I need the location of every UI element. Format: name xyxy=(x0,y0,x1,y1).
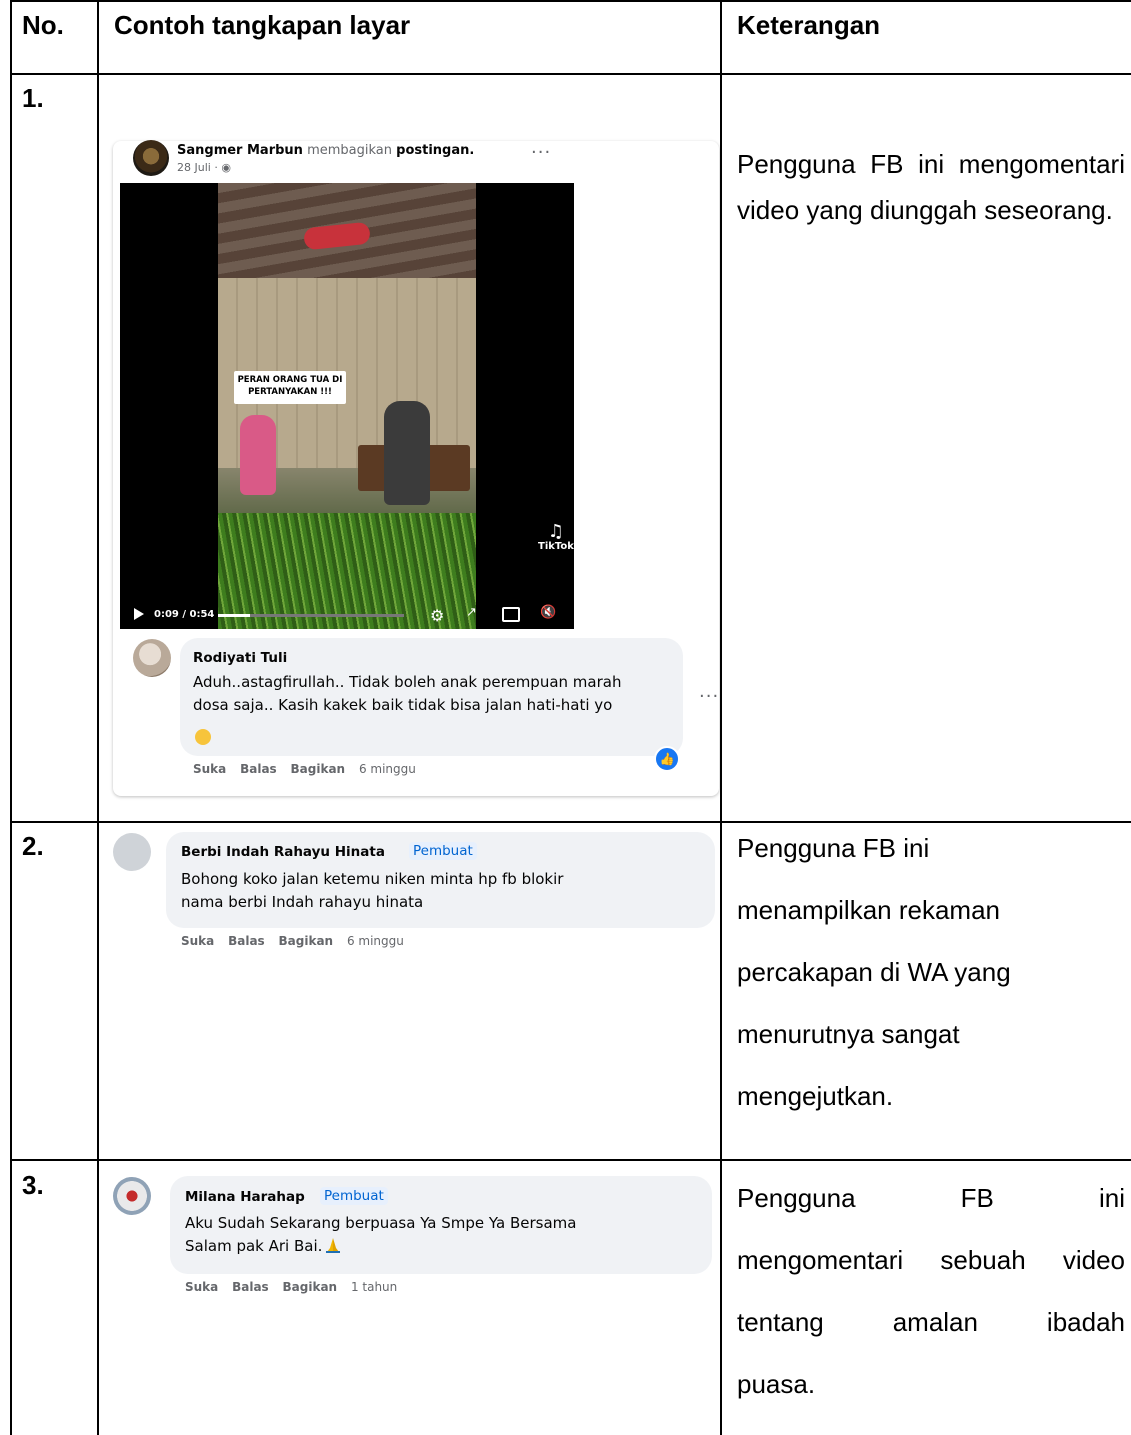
post-header: Sangmer Marbun membagikan postingan. 28 … xyxy=(133,140,573,180)
share-action[interactable]: Bagikan xyxy=(283,1280,338,1294)
video-caption: PERAN ORANG TUA DI PERTANYAKAN !!! xyxy=(234,371,346,404)
description-line: Pengguna FB ini xyxy=(737,833,930,863)
reply-action[interactable]: Balas xyxy=(240,762,277,776)
fullscreen-icon[interactable]: ↗ xyxy=(466,605,477,620)
comment-age[interactable]: 6 minggu xyxy=(347,934,404,948)
row-description: Pengguna FB ini menampilkan rekaman perc… xyxy=(737,829,1125,1139)
description-line: tentang amalan ibadah xyxy=(737,1307,1125,1337)
picture-in-picture-icon[interactable] xyxy=(502,607,520,622)
column-divider xyxy=(720,0,722,1435)
progress-fill xyxy=(218,614,250,617)
settings-gear-icon[interactable]: ⚙ xyxy=(430,606,444,625)
comment-text: Bohong koko jalan ketemu niken minta hp … xyxy=(181,868,711,914)
row-divider xyxy=(10,821,1131,823)
comment-actions: Suka Balas Bagikan 1 tahun xyxy=(185,1280,397,1294)
comment-line: nama berbi Indah rahayu hinata xyxy=(181,893,424,911)
description-line: Pengguna FB ini xyxy=(737,1183,1125,1213)
creator-badge: Pembuat xyxy=(409,842,477,860)
like-reaction-icon[interactable]: 👍 xyxy=(654,746,680,772)
header-screenshot: Contoh tangkapan layar xyxy=(114,10,411,40)
description-line: menampilkan rekaman xyxy=(737,895,1001,925)
caption-line: PERAN ORANG TUA DI xyxy=(237,375,343,385)
header-description: Keterangan xyxy=(737,10,881,40)
description-line: percakapan di WA yang xyxy=(737,957,1011,987)
share-action[interactable]: Bagikan xyxy=(279,934,334,948)
comment-line-text: Salam pak Ari Bai. xyxy=(185,1237,323,1255)
description-line: puasa. xyxy=(737,1369,816,1399)
comment-text: Aku Sudah Sekarang berpuasa Ya Smpe Ya B… xyxy=(185,1212,705,1258)
creator-badge: Pembuat xyxy=(320,1187,388,1205)
comment-line: Salam pak Ari Bai. xyxy=(185,1235,705,1258)
post-author-line: Sangmer Marbun membagikan postingan. xyxy=(177,143,474,158)
globe-icon: ◉ xyxy=(221,161,231,174)
header-no: No. xyxy=(22,10,64,40)
video-time: 0:09 / 0:54 xyxy=(154,609,215,620)
description-text: Pengguna FB ini mengomentari video yang … xyxy=(737,149,1125,225)
avatar[interactable] xyxy=(113,833,151,871)
post-date[interactable]: 28 Juli · ◉ xyxy=(177,161,231,174)
avatar[interactable] xyxy=(133,639,171,677)
like-action[interactable]: Suka xyxy=(181,934,214,948)
video-progress-bar[interactable] xyxy=(218,614,404,617)
video-player[interactable]: PERAN ORANG TUA DI PERTANYAKAN !!! ♫ Tik… xyxy=(120,183,574,629)
reply-action[interactable]: Balas xyxy=(232,1280,269,1294)
comment-line: Aduh..astagfirullah.. Tidak boleh anak p… xyxy=(193,673,622,691)
comment-age[interactable]: 1 tahun xyxy=(351,1280,397,1294)
old-man-figure xyxy=(384,401,430,505)
video-frame: PERAN ORANG TUA DI PERTANYAKAN !!! ♫ Tik… xyxy=(218,183,574,629)
row-number: 3. xyxy=(22,1170,44,1200)
comment-actions: Suka Balas Bagikan 6 minggu xyxy=(181,934,404,948)
description-line: mengejutkan. xyxy=(737,1081,894,1111)
commenter-name[interactable]: Milana Harahap xyxy=(185,1189,305,1205)
author-name[interactable]: Sangmer Marbun xyxy=(177,143,303,158)
description-line: menurutnya sangat xyxy=(737,1019,960,1049)
commenter-name[interactable]: Rodiyati Tuli xyxy=(193,650,287,666)
post-object[interactable]: postingan. xyxy=(396,143,474,158)
table-border-top xyxy=(10,0,1131,2)
caption-line: PERTANYAKAN !!! xyxy=(248,387,332,397)
child-figure xyxy=(240,415,276,495)
comment-line: dosa saja.. Kasih kakek baik tidak bisa … xyxy=(193,696,613,714)
post-action: membagikan xyxy=(307,143,392,158)
tiktok-watermark: ♫ TikTok xyxy=(536,521,574,553)
comment-line: Bohong koko jalan ketemu niken minta hp … xyxy=(181,870,564,888)
share-action[interactable]: Bagikan xyxy=(291,762,346,776)
description-line: mengomentari sebuah video xyxy=(737,1245,1125,1275)
commenter-name[interactable]: Berbi Indah Rahayu Hinata xyxy=(181,844,385,860)
more-horizontal-icon[interactable]: ··· xyxy=(531,142,551,163)
row-description: Pengguna FB ini mengomentari video yang … xyxy=(737,141,1125,233)
comment-line: Aku Sudah Sekarang berpuasa Ya Smpe Ya B… xyxy=(185,1214,577,1232)
play-icon[interactable] xyxy=(134,608,144,620)
comment-age[interactable]: 6 minggu xyxy=(359,762,416,776)
video-controls: 0:09 / 0:54 ⚙ ↗ 🔇 xyxy=(120,601,574,629)
row-number: 2. xyxy=(22,831,44,861)
more-horizontal-icon[interactable]: ··· xyxy=(699,686,719,707)
avatar[interactable] xyxy=(113,1177,151,1215)
praying-hands-emoji xyxy=(326,1238,341,1253)
row-divider xyxy=(10,1159,1131,1161)
comment-text: Aduh..astagfirullah.. Tidak boleh anak p… xyxy=(193,671,678,717)
date-text: 28 Juli · xyxy=(177,161,222,174)
reply-action[interactable]: Balas xyxy=(228,934,265,948)
watermark-text: TikTok xyxy=(538,541,574,552)
like-action[interactable]: Suka xyxy=(185,1280,218,1294)
row-description: Pengguna FB ini mengomentari sebuah vide… xyxy=(737,1168,1125,1416)
table-border-left xyxy=(10,0,12,1435)
mute-icon[interactable]: 🔇 xyxy=(540,605,556,620)
comment-actions: Suka Balas Bagikan 6 minggu xyxy=(193,762,416,776)
like-action[interactable]: Suka xyxy=(193,762,226,776)
column-divider xyxy=(97,0,99,1435)
tiktok-icon: ♫ xyxy=(547,521,565,542)
row-number: 1. xyxy=(22,83,44,113)
sad-face-emoji xyxy=(195,729,211,745)
header-divider xyxy=(10,73,1131,75)
avatar[interactable] xyxy=(133,140,169,176)
